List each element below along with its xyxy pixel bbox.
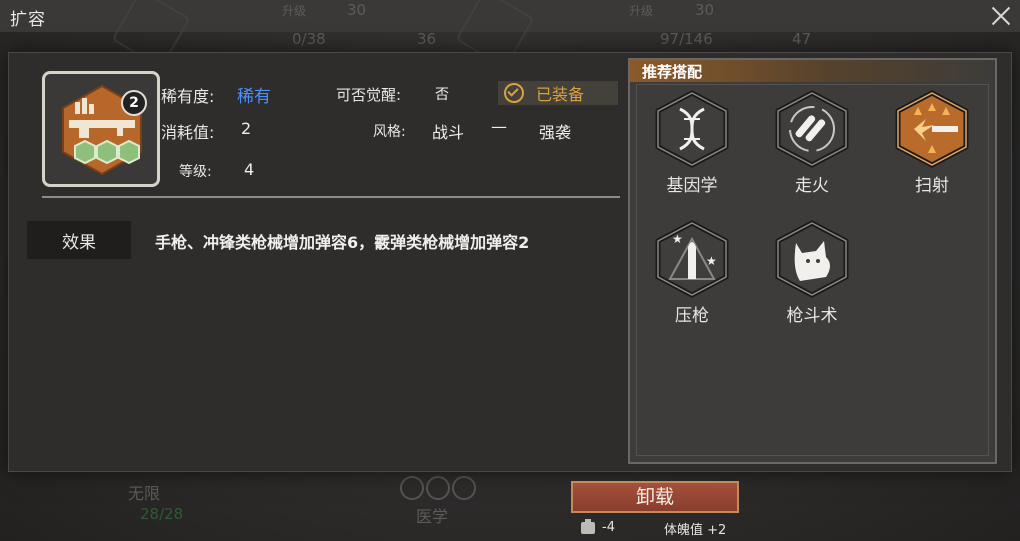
rarity-label: 稀有度: xyxy=(161,87,215,106)
skill-recoil-control[interactable]: ★ ★ 压枪 xyxy=(642,219,742,326)
style-dash: — xyxy=(491,117,507,136)
rarity-value: 稀有 xyxy=(237,87,271,107)
bg-top-value-3: 97/146 xyxy=(660,30,713,48)
check-circle-icon xyxy=(504,83,524,103)
stamina-change: 体魄值 +2 xyxy=(664,523,727,538)
weight-icon xyxy=(581,519,595,534)
style-value-2: 强袭 xyxy=(539,123,572,142)
bullets-icon xyxy=(775,90,849,168)
unload-button[interactable]: 卸载 xyxy=(571,481,739,513)
effect-tab[interactable]: 效果 xyxy=(27,221,131,259)
grade-value: 4 xyxy=(244,160,255,179)
item-card: 2 xyxy=(42,71,160,187)
bg-hex-slots xyxy=(400,476,476,500)
style-label: 风格: xyxy=(373,124,406,140)
dna-icon xyxy=(655,90,729,168)
cost-value: 2 xyxy=(241,119,252,138)
bg-skill-count-3: 28/28 xyxy=(140,505,184,523)
bullet-star-icon: ★ ★ xyxy=(655,220,729,298)
bg-top-value-4: 47 xyxy=(792,30,812,48)
equipped-label: 已装备 xyxy=(536,85,585,104)
grade-label: 等级: xyxy=(179,164,212,180)
skill-strafe-label: 扫射 xyxy=(915,176,949,196)
svg-text:★: ★ xyxy=(672,232,683,246)
skill-gun-kata-label: 枪斗术 xyxy=(786,306,838,326)
title-bar: 扩容 xyxy=(0,0,1020,32)
recommended-panel: 推荐搭配 基因学 走火 扫射 ★ ★ 压枪 枪斗术 xyxy=(628,58,997,464)
skill-gun-kata[interactable]: 枪斗术 xyxy=(762,219,862,326)
skill-recoil-control-label: 压枪 xyxy=(675,306,709,326)
weight-change: -4 xyxy=(602,520,615,535)
skill-genetics[interactable]: 基因学 xyxy=(642,89,742,196)
svg-text:★: ★ xyxy=(706,254,717,268)
divider xyxy=(42,196,620,198)
style-value-1: 战斗 xyxy=(432,123,465,142)
recommended-header: 推荐搭配 xyxy=(630,60,995,82)
cost-label: 消耗值: xyxy=(161,123,215,142)
effect-description: 手枪、冲锋类枪械增加弹容6，霰弹类枪械增加弹容2 xyxy=(155,233,530,252)
skill-misfire[interactable]: 走火 xyxy=(762,89,862,196)
bg-skill-name-2: 医学 xyxy=(416,507,449,526)
bg-top-value-1: 0/38 xyxy=(292,30,326,48)
bg-skill-name-1: 无限 xyxy=(128,484,161,503)
awaken-label: 可否觉醒: xyxy=(336,86,402,104)
dialog-title: 扩容 xyxy=(10,10,46,30)
item-level-badge: 2 xyxy=(121,90,147,116)
skill-strafe[interactable]: 扫射 xyxy=(882,89,982,196)
skill-misfire-label: 走火 xyxy=(795,176,829,196)
awaken-value: 否 xyxy=(435,87,449,103)
close-icon[interactable] xyxy=(988,3,1014,29)
bg-top-value-2: 36 xyxy=(417,30,437,48)
recommended-title: 推荐搭配 xyxy=(642,63,703,81)
equipped-badge: 已装备 xyxy=(498,81,618,105)
gun-fire-icon xyxy=(895,90,969,168)
skill-genetics-label: 基因学 xyxy=(666,176,718,196)
recommended-grid: 基因学 走火 扫射 ★ ★ 压枪 枪斗术 xyxy=(636,84,989,456)
cat-icon xyxy=(775,220,849,298)
